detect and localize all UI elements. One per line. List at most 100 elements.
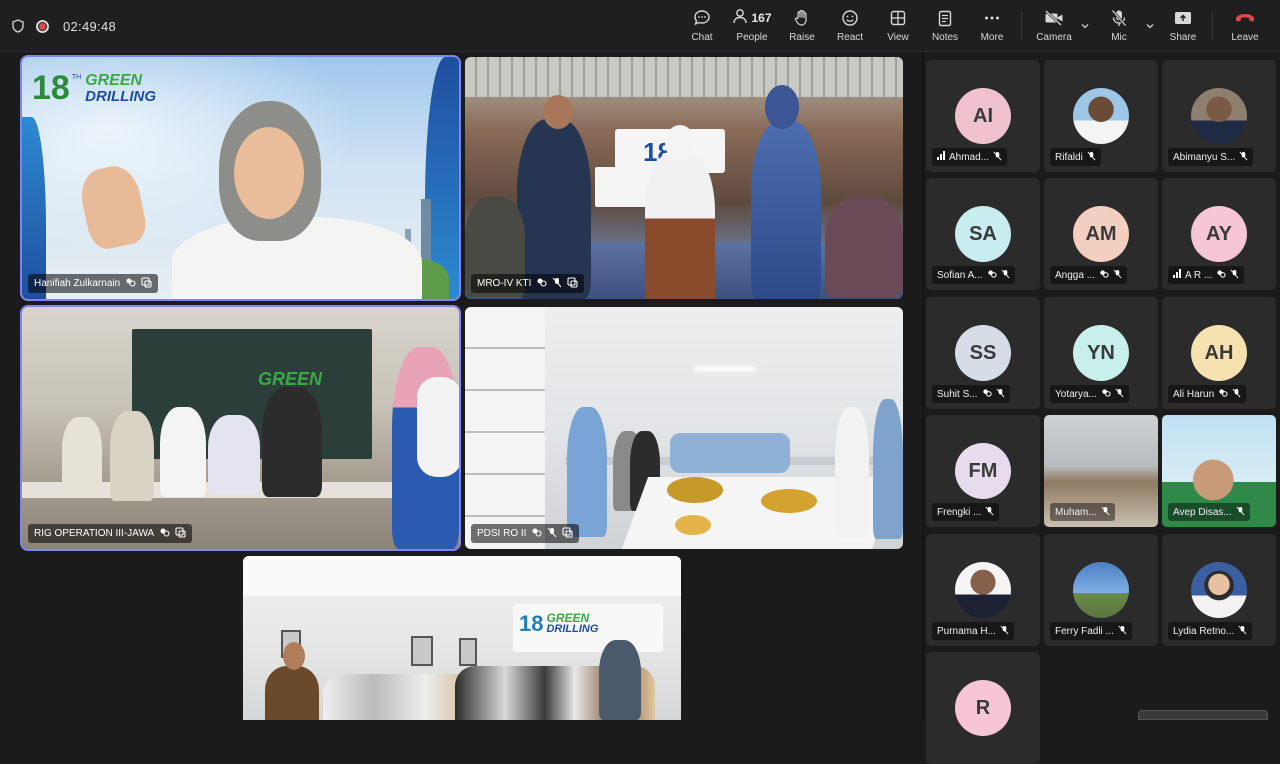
mic-off-icon (1232, 388, 1241, 401)
participant-nameplate: Avep Disas... (1168, 503, 1250, 521)
reactions-icon (125, 277, 136, 291)
participant-tile[interactable]: SA Sofian A... (926, 178, 1040, 290)
logo-number: 18 (32, 71, 70, 105)
raise-hand-button[interactable]: Raise (788, 8, 816, 46)
participant-name: Frengki ... (937, 507, 981, 518)
shared-content-icon (141, 277, 152, 291)
participant-name: Avep Disas... (1173, 507, 1232, 518)
more-button[interactable]: More (978, 8, 1006, 46)
people-button[interactable]: 167 People (731, 8, 773, 46)
participant-name: Ali Harun (1173, 389, 1214, 400)
people-label: People (736, 32, 767, 43)
participant-avatar: AH (1191, 325, 1247, 381)
participant-tile[interactable]: FM Frengki ... (926, 415, 1040, 527)
notes-button[interactable]: Notes (931, 8, 959, 46)
mic-options-chevron-icon[interactable] (1145, 18, 1155, 28)
chat-button[interactable]: Chat (688, 8, 716, 46)
participant-tile[interactable]: AIAhmad... (926, 60, 1040, 172)
participant-name: Abimanyu S... (1173, 152, 1235, 163)
participant-nameplate: Ali Harun (1168, 385, 1246, 403)
reactions-icon (1216, 269, 1226, 282)
participant-nameplate: Frengki ... (932, 503, 999, 521)
participant-tile[interactable]: YN Yotarya... (1044, 297, 1158, 409)
reactions-icon (1218, 388, 1228, 401)
participant-photo (1073, 562, 1129, 618)
participant-nameplate: Ahmad... (932, 148, 1007, 166)
video-tile-rig-operation[interactable]: GREEN RIG OPERATION III-JAWA (22, 307, 459, 549)
participant-tile[interactable]: AYA R ... (1162, 178, 1276, 290)
participant-avatar: SA (955, 206, 1011, 262)
mro-iv-kti-video: 18 (465, 57, 903, 299)
participant-tile[interactable]: Avep Disas... (1162, 415, 1276, 527)
mic-off-icon (993, 151, 1002, 164)
participant-name: Sofian A... (937, 270, 983, 281)
leave-button[interactable]: Leave (1230, 8, 1260, 46)
grid-view-icon (890, 8, 906, 28)
smile-icon (841, 8, 859, 28)
react-button[interactable]: React (836, 8, 864, 46)
mic-button[interactable]: Mic (1104, 8, 1134, 46)
logo-text-green: GREEN (85, 73, 156, 89)
reactions-icon (1099, 269, 1109, 282)
view-label: View (887, 32, 909, 43)
participant-nameplate: Angga ... (1050, 266, 1127, 284)
signal-strength-icon (1173, 269, 1181, 281)
more-icon (984, 8, 1000, 28)
participant-nameplate: Muham... (1050, 503, 1115, 521)
participant-name: Angga ... (1055, 270, 1095, 281)
camera-options-chevron-icon[interactable] (1080, 18, 1090, 28)
participant-avatar: FM (955, 443, 1011, 499)
participant-name: Suhit S... (937, 389, 978, 400)
participant-tile[interactable]: SSSuhit S... (926, 297, 1040, 409)
mic-off-icon (1111, 8, 1127, 28)
participant-name: Yotarya... (1055, 389, 1097, 400)
share-button[interactable]: Share (1169, 8, 1197, 46)
meeting-timer: 02:49:48 (63, 19, 116, 34)
shared-content-icon (567, 277, 578, 291)
green-drilling-logo: 18 GREEN DRILLING (519, 612, 598, 635)
view-button[interactable]: View (884, 8, 912, 46)
participant-tile[interactable]: Muham... (1044, 415, 1158, 527)
participant-avatar: YN (1073, 325, 1129, 381)
participant-nameplate: Ferry Fadli ... (1050, 622, 1132, 640)
participant-tile[interactable]: R (926, 652, 1040, 764)
hang-up-icon (1235, 8, 1255, 28)
video-tile-mro-iv-kti[interactable]: 18 MRO-IV KTI (465, 57, 903, 299)
mic-off-icon (1118, 625, 1127, 638)
logo-number: 18 (519, 613, 543, 635)
video-tile-nameplate: Hanifiah Zulkarnain (28, 274, 158, 293)
video-tile-presenter[interactable]: 18 TH GREEN DRILLING Hanifiah Zulkarnain (22, 57, 459, 299)
participant-tile[interactable]: AH Ali Harun (1162, 297, 1276, 409)
participant-avatar: AM (1073, 206, 1129, 262)
mic-off-icon (1101, 506, 1110, 519)
participant-tile[interactable]: Purnama H... (926, 534, 1040, 646)
share-screen-icon (1174, 8, 1192, 28)
participant-tile[interactable]: AM Angga ... (1044, 178, 1158, 290)
mic-off-icon (996, 388, 1005, 401)
video-tile-pdsi-ro-ii[interactable]: PDSI RO II (465, 307, 903, 549)
logo-superscript: TH (72, 74, 81, 81)
participant-tile[interactable]: Ferry Fadli ... (1044, 534, 1158, 646)
participant-name: RIG OPERATION III-JAWA (34, 528, 154, 539)
raise-label: Raise (789, 32, 815, 43)
mic-label: Mic (1111, 32, 1127, 43)
participant-tile[interactable]: Rifaldi (1044, 60, 1158, 172)
people-count: 167 (751, 11, 771, 25)
participant-tile[interactable]: Lydia Retno... (1162, 534, 1276, 646)
camera-label: Camera (1036, 32, 1072, 43)
participant-nameplate: Abimanyu S... (1168, 148, 1253, 166)
more-label: More (981, 32, 1004, 43)
camera-button[interactable]: Camera (1034, 8, 1074, 46)
participant-name: Muham... (1055, 507, 1097, 518)
self-view-preview[interactable] (1138, 710, 1268, 720)
video-tile-nameplate: RIG OPERATION III-JAWA (28, 524, 192, 543)
video-tile-green-drilling-room[interactable]: 18 GREEN DRILLING (243, 556, 681, 720)
mic-off-icon (1230, 269, 1239, 282)
logo-text-drilling: DRILLING (85, 89, 156, 104)
participant-name: Rifaldi (1055, 152, 1083, 163)
logo-text-drilling: DRILLING (546, 624, 598, 635)
video-tile-nameplate: PDSI RO II (471, 524, 579, 543)
participant-name: Ahmad... (949, 152, 989, 163)
participant-tile[interactable]: Abimanyu S... (1162, 60, 1276, 172)
chat-label: Chat (691, 32, 712, 43)
